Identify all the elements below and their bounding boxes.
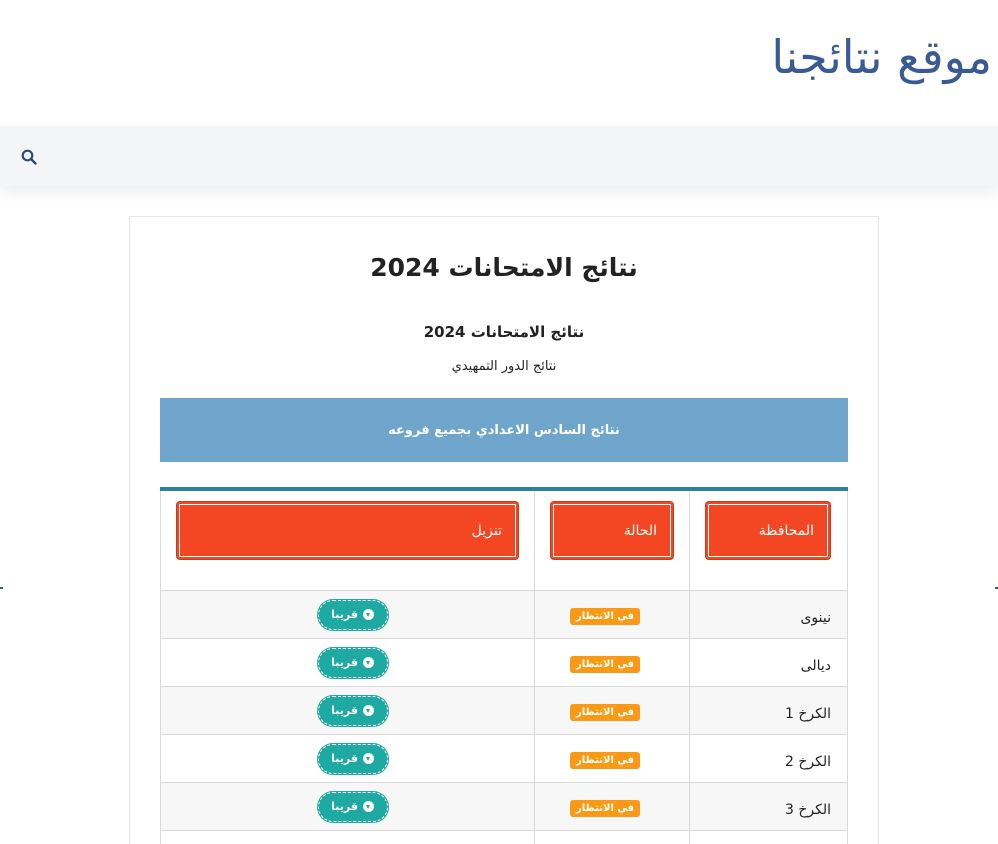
header-cell-download: تنزيل bbox=[160, 488, 535, 591]
download-cell: قريبا bbox=[160, 734, 535, 783]
status-badge: في الانتظار bbox=[569, 656, 641, 673]
table-row: الكرخ 3 في الانتظار قريبا bbox=[160, 782, 848, 831]
governorate-cell bbox=[689, 830, 848, 844]
soon-button-label: قريبا bbox=[331, 800, 358, 813]
status-cell: في الانتظار bbox=[534, 782, 690, 831]
table-row: الكرخ 1 في الانتظار قريبا bbox=[160, 686, 848, 735]
edge-marker bbox=[0, 587, 3, 589]
search-icon bbox=[21, 149, 37, 165]
site-title[interactable]: موقع نتائجنا bbox=[771, 30, 992, 84]
governorate-cell: نينوى bbox=[689, 590, 848, 639]
table-row: نينوى في الانتظار قريبا bbox=[160, 590, 848, 639]
status-badge: في الانتظار bbox=[569, 608, 641, 625]
status-badge: في الانتظار bbox=[569, 752, 641, 769]
status-badge: في الانتظار bbox=[569, 800, 641, 817]
article-subtitle-secondary: نتائج الدور التمهيدي bbox=[451, 359, 557, 374]
status-cell bbox=[534, 830, 690, 844]
article-subtitle: نتائج الامتحانات 2024 bbox=[423, 323, 585, 341]
table-row bbox=[160, 830, 848, 844]
header-cell-governorate: المحافظة bbox=[689, 488, 848, 591]
table-header-row: المحافظة الحالة تنزيل bbox=[160, 488, 848, 591]
table-row: الكرخ 2 في الانتظار قريبا bbox=[160, 734, 848, 783]
governorate-cell: ديالى bbox=[689, 638, 848, 687]
soon-button[interactable]: قريبا bbox=[317, 791, 388, 822]
download-icon bbox=[362, 801, 374, 812]
governorate-cell: الكرخ 3 bbox=[689, 782, 848, 831]
soon-button[interactable]: قريبا bbox=[317, 599, 388, 630]
status-cell: في الانتظار bbox=[534, 590, 690, 639]
download-icon bbox=[362, 657, 374, 668]
soon-button-label: قريبا bbox=[331, 752, 358, 765]
governorate-cell: الكرخ 1 bbox=[689, 686, 848, 735]
governorate-cell: الكرخ 2 bbox=[689, 734, 848, 783]
status-cell: في الانتظار bbox=[534, 686, 690, 735]
status-cell: في الانتظار bbox=[534, 638, 690, 687]
soon-button-label: قريبا bbox=[331, 608, 358, 621]
article-card: نتائج الامتحانات 2024 نتائج الامتحانات 2… bbox=[129, 216, 879, 844]
soon-button-label: قريبا bbox=[331, 704, 358, 717]
soon-button-label: قريبا bbox=[331, 656, 358, 669]
results-table: المحافظة الحالة تنزيل نينوى في الانتظار bbox=[160, 487, 848, 844]
soon-button[interactable]: قريبا bbox=[317, 743, 388, 774]
download-icon bbox=[362, 705, 374, 716]
soon-button[interactable]: قريبا bbox=[317, 647, 388, 678]
header-governorate-button[interactable]: المحافظة bbox=[705, 501, 831, 560]
download-icon bbox=[362, 609, 374, 620]
status-badge: في الانتظار bbox=[569, 704, 641, 721]
download-cell: قريبا bbox=[160, 782, 535, 831]
nav-bar bbox=[0, 126, 998, 186]
status-cell: في الانتظار bbox=[534, 734, 690, 783]
download-cell: قريبا bbox=[160, 638, 535, 687]
soon-button[interactable]: قريبا bbox=[317, 695, 388, 726]
header-download-button[interactable]: تنزيل bbox=[176, 501, 519, 560]
table-row: ديالى في الانتظار قريبا bbox=[160, 638, 848, 687]
download-cell: قريبا bbox=[160, 686, 535, 735]
search-button[interactable] bbox=[18, 146, 40, 168]
header-cell-status: الحالة bbox=[534, 488, 690, 591]
download-icon bbox=[362, 753, 374, 764]
header-status-button[interactable]: الحالة bbox=[550, 501, 674, 560]
results-banner: نتائج السادس الاعدادي بجميع فروعه bbox=[160, 398, 848, 462]
page-title: نتائج الامتحانات 2024 bbox=[370, 253, 638, 282]
download-cell: قريبا bbox=[160, 590, 535, 639]
download-cell bbox=[160, 830, 535, 844]
